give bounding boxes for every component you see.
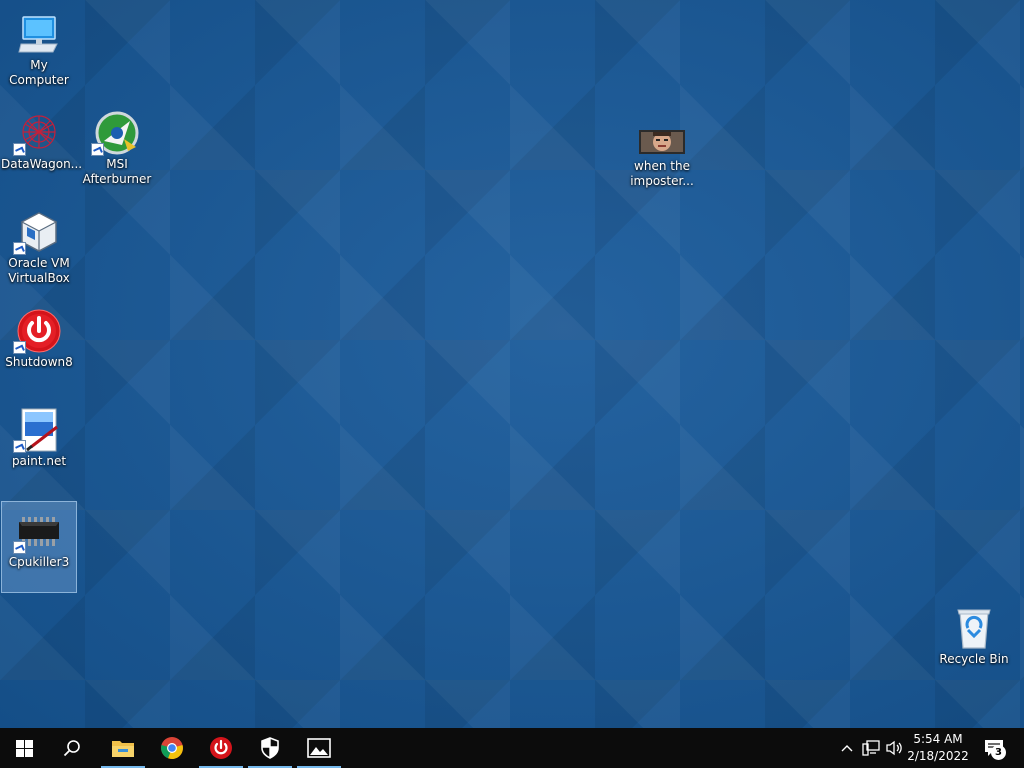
chip-icon	[13, 508, 63, 554]
network-tray-button[interactable]	[861, 728, 881, 768]
power-icon	[210, 737, 232, 759]
icon-label: Cpukiller3	[8, 555, 70, 569]
search-icon	[63, 740, 80, 757]
icon-label: when the imposter...	[630, 159, 694, 188]
network-icon	[862, 740, 880, 756]
clock-date: 2/18/2022	[907, 749, 969, 763]
taskbar-shutdown8[interactable]	[197, 728, 245, 768]
taskbar-clock[interactable]: 5:54 AM 2/18/2022	[905, 728, 971, 768]
icon-label: My Computer	[9, 58, 69, 87]
icon-label: MSI Afterburner	[82, 157, 152, 186]
taskbar-file-explorer[interactable]	[99, 728, 147, 768]
shortcut-arrow-icon	[91, 143, 104, 156]
shield-icon	[261, 737, 279, 759]
clock-time: 5:54 AM	[913, 732, 963, 746]
paintnet-icon	[13, 407, 63, 453]
datawagon-icon	[13, 110, 63, 156]
show-hidden-icons-button[interactable]	[838, 728, 856, 768]
computer-icon	[15, 11, 63, 57]
desktop-icon-cpukiller3[interactable]: Cpukiller3	[1, 501, 77, 593]
shortcut-arrow-icon	[13, 440, 26, 453]
recycle-bin-icon	[950, 605, 998, 651]
notification-count-badge: 3	[991, 745, 1006, 760]
desktop[interactable]: My Computer DataWagon... MSI Afterburner…	[0, 0, 1024, 728]
desktop-icon-shutdown8[interactable]: Shutdown8	[1, 302, 77, 394]
taskbar-chrome[interactable]	[148, 728, 196, 768]
photos-icon	[307, 738, 331, 758]
icon-label: Recycle Bin	[939, 652, 1009, 666]
folder-icon	[112, 741, 134, 757]
desktop-icon-virtualbox[interactable]: Oracle VM VirtualBox	[1, 203, 77, 295]
desktop-icon-datawagon[interactable]: DataWagon...	[1, 104, 83, 196]
power-icon	[13, 308, 63, 354]
desktop-icon-recycle-bin[interactable]: Recycle Bin	[936, 599, 1012, 691]
volume-tray-button[interactable]	[884, 728, 904, 768]
windows-logo-icon	[15, 739, 33, 757]
chevron-up-icon	[841, 745, 853, 752]
shortcut-arrow-icon	[13, 341, 26, 354]
shortcut-arrow-icon	[13, 242, 26, 255]
speaker-icon	[886, 740, 902, 756]
virtualbox-icon	[13, 209, 63, 255]
icon-label: DataWagon...	[1, 157, 83, 171]
taskbar-photos[interactable]	[295, 728, 343, 768]
icon-label: Oracle VM VirtualBox	[8, 256, 70, 285]
desktop-icon-paintnet[interactable]: paint.net	[1, 401, 77, 493]
taskbar-windows-security[interactable]	[246, 728, 294, 768]
chrome-icon	[161, 737, 183, 760]
search-button[interactable]	[48, 728, 96, 768]
shortcut-arrow-icon	[13, 541, 26, 554]
msi-afterburner-icon	[91, 110, 141, 156]
desktop-icon-msi-afterburner[interactable]: MSI Afterburner	[79, 104, 155, 196]
start-button[interactable]	[0, 728, 48, 768]
icon-label: paint.net	[11, 454, 67, 468]
shortcut-arrow-icon	[13, 143, 26, 156]
icon-label: Shutdown8	[5, 355, 73, 369]
taskbar: 5:54 AM 2/18/2022	[0, 728, 1024, 768]
desktop-icon-my-computer[interactable]: My Computer	[1, 5, 77, 97]
desktop-icon-imposter-video[interactable]: when the imposter...	[624, 120, 700, 212]
video-thumbnail-icon	[638, 126, 686, 158]
